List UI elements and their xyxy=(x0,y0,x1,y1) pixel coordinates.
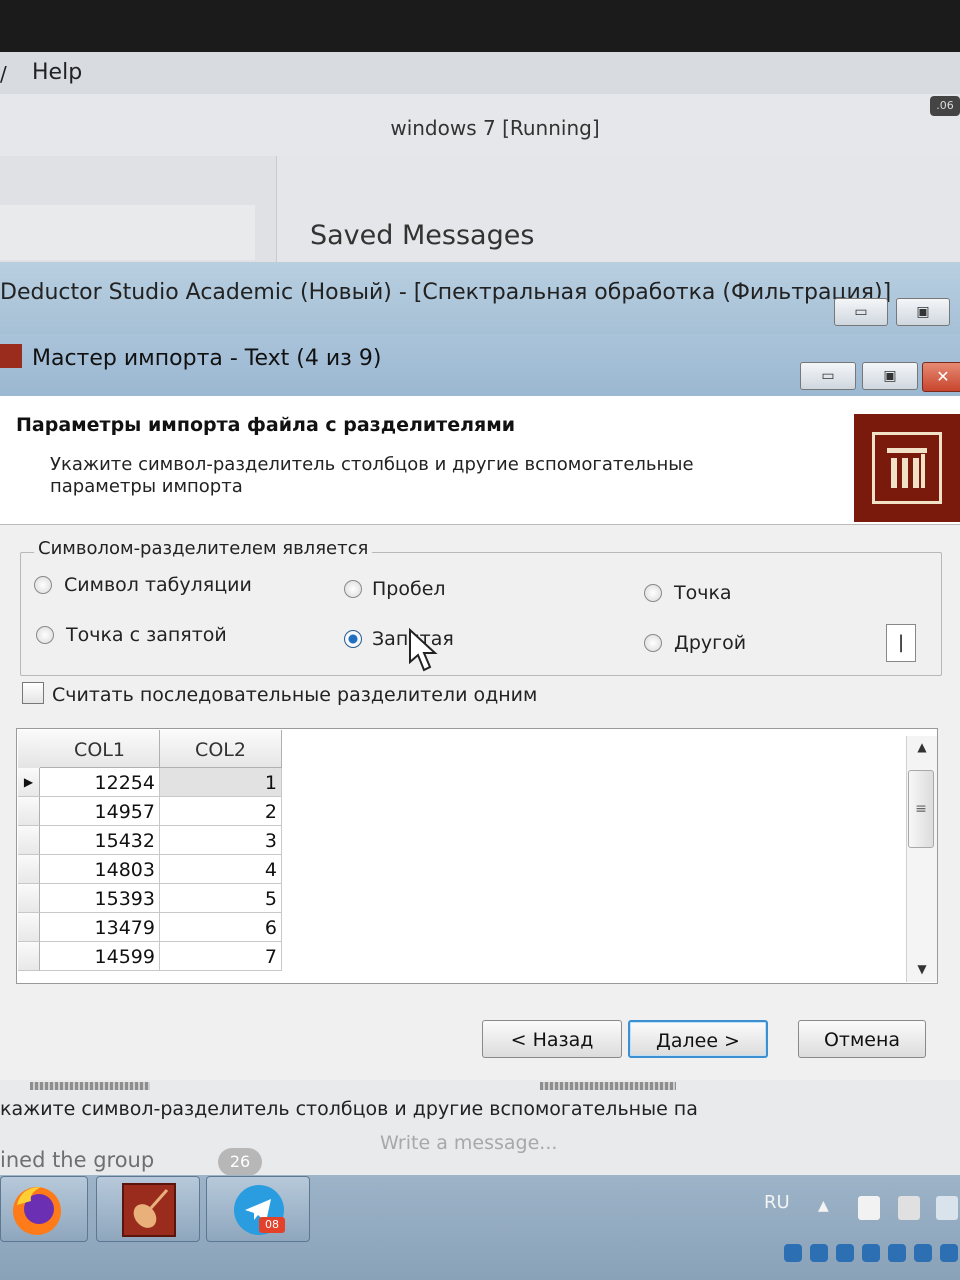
row-indicator[interactable] xyxy=(18,884,40,913)
chat-title: Saved Messages xyxy=(310,220,535,251)
grid-cell-col1[interactable]: 12254 xyxy=(40,768,160,797)
grid-cell-col2[interactable]: 7 xyxy=(160,942,282,971)
mouse-pointer-icon xyxy=(409,628,438,672)
host-window-title: windows 7 [Running] xyxy=(390,116,600,140)
vbox-storage-icon[interactable] xyxy=(784,1244,802,1262)
radio-dot[interactable] xyxy=(644,584,662,602)
chat-message-preview: кажите символ-разделитель столбцов и дру… xyxy=(0,1098,698,1120)
row-indicator[interactable] xyxy=(18,942,40,971)
minimize-icon: ▭ xyxy=(854,304,868,320)
wizard-step-heading: Параметры импорта файла с разделителями xyxy=(16,414,516,436)
grid-cell-col2[interactable]: 1 xyxy=(160,768,282,797)
radio-space[interactable] xyxy=(344,580,362,598)
close-icon: ✕ xyxy=(936,367,950,386)
radio-semicolon[interactable] xyxy=(36,626,54,644)
radio-semicolon-label[interactable]: Точка с запятой xyxy=(66,624,227,646)
unread-count-badge: 26 xyxy=(218,1148,262,1176)
vbox-shared-folder-icon[interactable] xyxy=(914,1244,932,1262)
scroll-up-icon[interactable]: ▲ xyxy=(912,740,932,758)
wizard-close-button[interactable]: ✕ xyxy=(922,362,960,392)
device-icon[interactable] xyxy=(898,1196,920,1220)
action-center-flag-icon[interactable] xyxy=(858,1196,880,1220)
grid-cell-col1[interactable]: 14957 xyxy=(40,797,160,826)
grid-cell-col1[interactable]: 13479 xyxy=(40,913,160,942)
host-status-chip: .06 xyxy=(930,96,960,116)
radio-comma[interactable] xyxy=(344,630,362,648)
grid-cell-col2[interactable]: 3 xyxy=(160,826,282,855)
radio-other-label[interactable]: Другой xyxy=(674,632,746,654)
separator-groupbox xyxy=(20,552,942,676)
minimize-icon: ▭ xyxy=(821,368,835,384)
row-indicator[interactable] xyxy=(18,855,40,884)
host-menubar xyxy=(0,52,960,94)
maximize-icon: ▣ xyxy=(916,304,930,320)
logo-bars-icon xyxy=(887,448,927,488)
grid-cell-col2[interactable]: 2 xyxy=(160,797,282,826)
host-menu-partial[interactable]: / xyxy=(0,62,7,86)
radio-tab[interactable] xyxy=(34,576,52,594)
maximize-icon: ▣ xyxy=(883,368,897,384)
grid-cell-col1[interactable]: 14599 xyxy=(40,942,160,971)
taskbar-firefox[interactable] xyxy=(0,1176,88,1242)
separator-group-legend: Символом-разделителем является xyxy=(34,538,373,559)
consecutive-delimiters-label[interactable]: Считать последовательные разделители одн… xyxy=(52,684,537,706)
document-ruler xyxy=(30,1082,150,1090)
radio-space-label[interactable]: Пробел xyxy=(372,578,446,600)
column-header-col2[interactable]: COL2 xyxy=(160,730,282,768)
scroll-thumb[interactable]: ≡ xyxy=(908,770,934,848)
wizard-title: Мастер импорта - Text (4 из 9) xyxy=(32,346,382,371)
firefox-icon xyxy=(13,1187,61,1235)
deductor-logo-icon xyxy=(883,444,931,492)
telegram-unread-badge: 08 xyxy=(259,1217,285,1233)
chat-service-message: ined the group xyxy=(0,1148,155,1172)
grid-cell-col2[interactable]: 6 xyxy=(160,913,282,942)
column-header-col1[interactable]: COL1 xyxy=(40,730,160,768)
row-indicator[interactable] xyxy=(18,797,40,826)
taskbar-deductor[interactable] xyxy=(96,1176,200,1242)
grid-cell-col1[interactable]: 15432 xyxy=(40,826,160,855)
row-indicator[interactable] xyxy=(18,826,40,855)
violin-icon xyxy=(122,1183,176,1237)
deductor-maximize-button[interactable]: ▣ xyxy=(896,298,950,326)
wizard-step-description: Укажите символ-разделитель столбцов и др… xyxy=(50,454,694,497)
host-menu-help[interactable]: Help xyxy=(32,60,82,85)
vbox-network-icon[interactable] xyxy=(862,1244,880,1262)
wizard-maximize-button[interactable]: ▣ xyxy=(862,362,918,390)
tray-language-indicator[interactable]: RU xyxy=(764,1192,790,1213)
deductor-minimize-button[interactable]: ▭ xyxy=(834,298,888,326)
back-button[interactable]: < Назад xyxy=(482,1020,622,1058)
document-ruler xyxy=(540,1082,676,1090)
consecutive-delimiters-checkbox[interactable] xyxy=(22,682,44,704)
other-separator-input[interactable]: | xyxy=(886,624,916,662)
radio-tab-label[interactable]: Символ табуляции xyxy=(64,574,252,596)
vbox-usb-icon[interactable] xyxy=(888,1244,906,1262)
grid-cell-col2[interactable]: 5 xyxy=(160,884,282,913)
radio-other[interactable] xyxy=(644,634,662,652)
chat-message-input[interactable]: Write a message... xyxy=(380,1132,557,1154)
chat-sidebar-item[interactable] xyxy=(0,205,255,260)
row-indicator[interactable] xyxy=(18,913,40,942)
vbox-display-icon[interactable] xyxy=(940,1244,958,1262)
row-indicator[interactable]: ▶ xyxy=(18,768,40,797)
network-icon[interactable] xyxy=(936,1196,958,1220)
grid-corner xyxy=(18,730,41,769)
deductor-window-title: Deductor Studio Academic (Новый) - [Спек… xyxy=(0,280,892,305)
tray-show-hidden-icon[interactable]: ▲ xyxy=(818,1198,829,1214)
wizard-minimize-button[interactable]: ▭ xyxy=(800,362,856,390)
grid-cell-col2[interactable]: 4 xyxy=(160,855,282,884)
taskbar-telegram[interactable]: 08 xyxy=(206,1176,310,1242)
grid-cell-col1[interactable]: 15393 xyxy=(40,884,160,913)
next-button[interactable]: Далее > xyxy=(628,1020,768,1058)
radio-dot-label[interactable]: Точка xyxy=(674,582,732,604)
cancel-button[interactable]: Отмена xyxy=(798,1020,926,1058)
grid-cell-col1[interactable]: 14803 xyxy=(40,855,160,884)
vbox-optical-icon[interactable] xyxy=(810,1244,828,1262)
vbox-audio-icon[interactable] xyxy=(836,1244,854,1262)
violin-app-icon xyxy=(0,344,22,368)
screen-bezel xyxy=(0,0,960,52)
scroll-down-icon[interactable]: ▼ xyxy=(912,962,932,980)
